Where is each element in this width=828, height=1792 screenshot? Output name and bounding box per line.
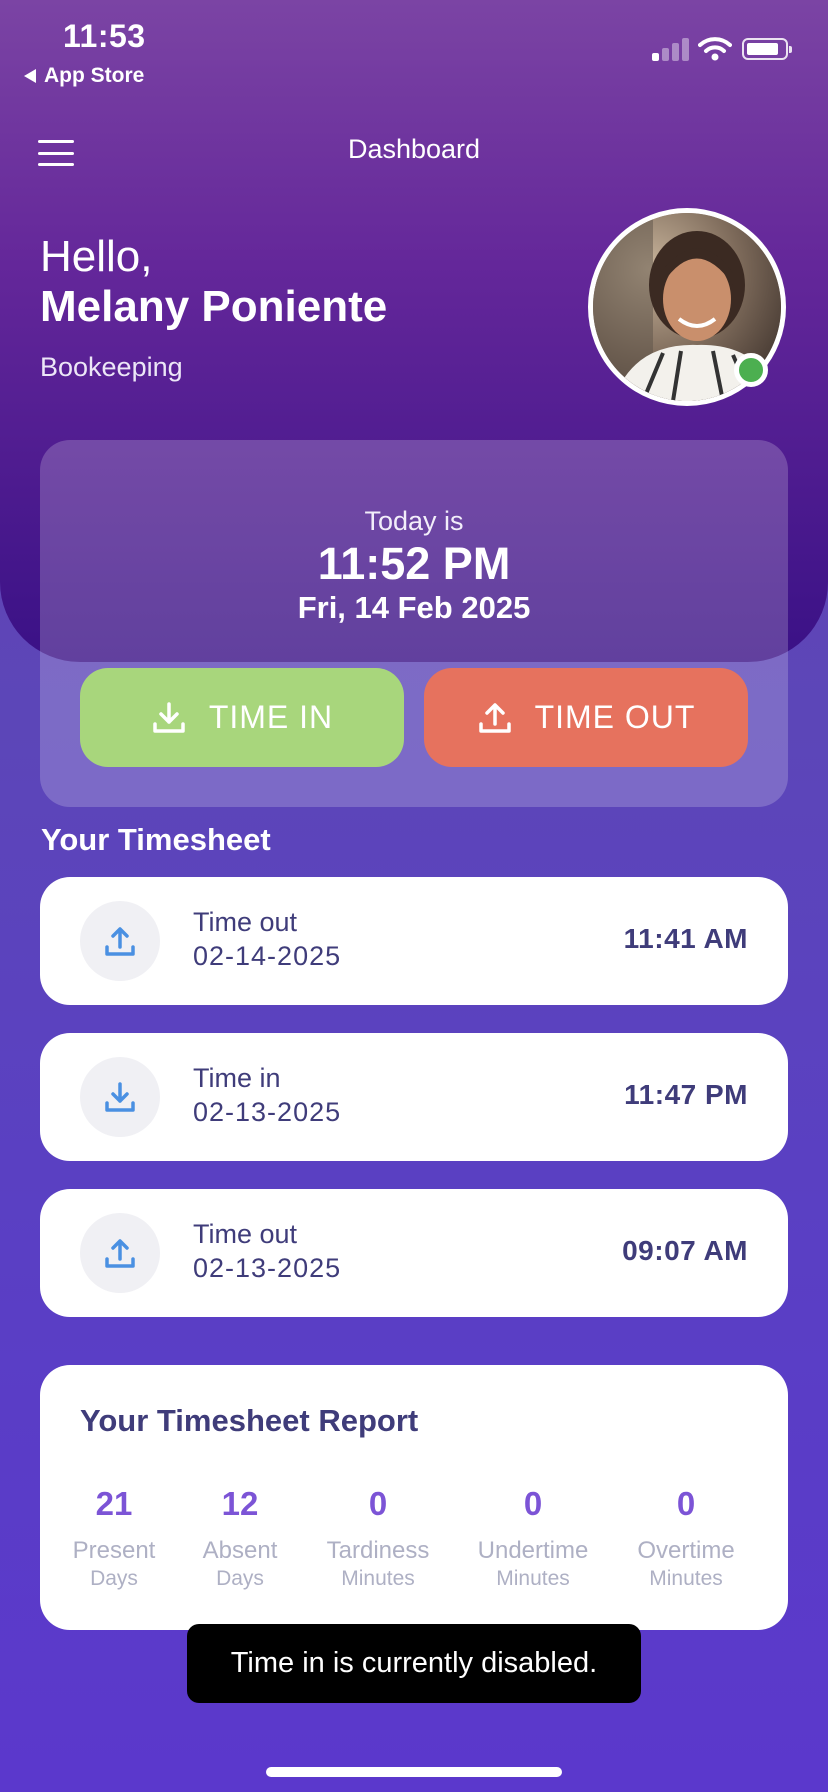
greeting-hello: Hello, [40,232,153,281]
entry-time: 11:47 PM [624,1079,748,1110]
entry-type: Time out [193,907,298,937]
home-indicator[interactable] [266,1767,562,1777]
battery-icon [742,38,792,60]
upload-icon [80,901,160,981]
stat-unit: Minutes [649,1567,723,1590]
download-icon [153,701,185,733]
stat-label: Absent [202,1537,278,1564]
stat-value: 0 [676,1485,696,1522]
stat-absent: 12 Absent Days [195,1485,285,1591]
stat-label: Overtime [637,1537,735,1564]
stat-unit: Minutes [496,1567,570,1590]
entry-type: Time in [193,1063,281,1093]
stat-present: 21 Present Days [70,1485,158,1591]
stat-unit: Days [90,1567,138,1590]
user-name: Melany Poniente [40,282,388,331]
stat-value: 12 [221,1485,259,1522]
entry-date: 02-13-2025 [193,1253,342,1283]
upload-icon [478,702,511,733]
timesheet-entry[interactable]: Time in 02-13-2025 11:47 PM [40,1033,788,1161]
entry-date: 02-14-2025 [193,941,342,971]
stat-label: Tardiness [326,1537,430,1564]
entry-date: 02-13-2025 [193,1097,342,1127]
stat-unit: Minutes [341,1567,415,1590]
current-time: 11:52 PM [317,538,511,589]
wifi-icon [698,37,732,61]
report-title: Your Timesheet Report [80,1403,419,1438]
status-time: 11:53 [63,18,146,54]
entry-time: 09:07 AM [622,1235,748,1266]
stat-undertime: 0 Undertime Minutes [473,1485,593,1591]
stat-value: 21 [95,1485,133,1522]
timesheet-entry[interactable]: Time out 02-14-2025 11:41 AM [40,877,788,1005]
timesheet-title: Your Timesheet [41,822,271,857]
timesheet-entry[interactable]: Time out 02-13-2025 09:07 AM [40,1189,788,1317]
stat-value: 0 [368,1485,388,1522]
entry-type: Time out [193,1219,298,1249]
online-status-indicator [734,353,768,387]
today-label: Today is [364,506,464,536]
stat-unit: Days [216,1567,264,1590]
timesheet-report-card: Your Timesheet Report 21 Present Days 12… [40,1365,788,1630]
stat-tardiness: 0 Tardiness Minutes [322,1485,434,1591]
download-icon [80,1057,160,1137]
time-out-button[interactable]: TIME OUT [424,668,748,767]
back-arrow-icon [24,69,36,83]
stat-overtime: 0 Overtime Minutes [632,1485,740,1591]
current-date: Fri, 14 Feb 2025 [297,590,531,625]
back-to-app-link[interactable]: App Store [24,64,144,88]
page-title: Dashboard [347,134,481,164]
time-in-label: TIME IN [208,699,334,735]
cellular-signal-icon [652,38,689,61]
stat-value: 0 [523,1485,543,1522]
stat-label: Undertime [477,1537,589,1564]
time-out-label: TIME OUT [534,699,696,735]
time-in-button[interactable]: TIME IN [80,668,404,767]
upload-icon [80,1213,160,1293]
back-app-label: App Store [44,64,145,87]
entry-time: 11:41 AM [623,923,748,954]
toast-message: Time in is currently disabled. [187,1624,641,1703]
stat-label: Present [72,1537,156,1564]
user-department: Bookeeping [40,352,183,382]
